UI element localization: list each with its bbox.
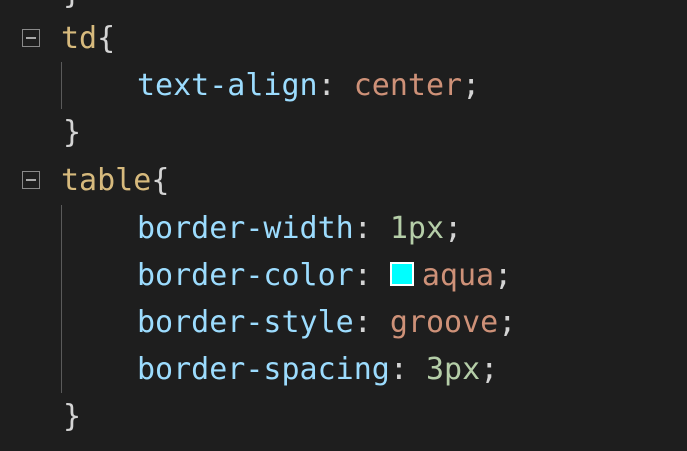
code-line-declaration: border-width: 1px;	[137, 205, 462, 252]
colon: :	[317, 68, 354, 103]
css-selector: table	[61, 163, 152, 198]
css-value: 1px	[389, 211, 445, 246]
colon: :	[389, 352, 426, 387]
css-value: 3px	[426, 352, 481, 387]
colon: :	[353, 258, 390, 293]
semicolon: ;	[462, 68, 481, 103]
code-line-td-close: }	[63, 109, 81, 156]
open-brace: {	[97, 21, 116, 56]
code-line-td-selector: td{	[61, 15, 115, 62]
collapse-icon[interactable]	[22, 29, 40, 47]
code-editor[interactable]: } td{ text-align: center; } table{ borde…	[0, 0, 687, 451]
color-swatch-icon[interactable]	[389, 262, 414, 286]
close-brace: }	[63, 399, 82, 434]
code-line-table-close: }	[63, 393, 81, 440]
semicolon: ;	[494, 258, 513, 293]
css-property: border-color	[137, 258, 354, 293]
indent-guide	[61, 205, 62, 393]
collapse-icon[interactable]	[22, 171, 40, 189]
semicolon: ;	[444, 211, 463, 246]
close-brace: }	[63, 115, 82, 150]
css-property: text-align	[137, 68, 318, 103]
code-line-declaration: border-spacing: 3px;	[137, 346, 498, 393]
semicolon: ;	[480, 352, 499, 387]
code-line-declaration: text-align: center;	[137, 62, 480, 109]
css-selector: td	[61, 21, 98, 56]
colon: :	[353, 305, 390, 340]
code-line-declaration: border-style: groove;	[137, 299, 516, 346]
open-brace: {	[151, 163, 170, 198]
code-line-declaration: border-color: aqua;	[137, 252, 512, 299]
css-property: border-spacing	[137, 352, 390, 387]
indent-guide	[61, 62, 62, 109]
css-value: center	[353, 68, 463, 103]
css-value: groove	[389, 305, 499, 340]
css-property: border-style	[137, 305, 354, 340]
code-line-table-selector: table{	[61, 157, 169, 204]
css-value: aqua	[421, 258, 495, 293]
colon: :	[353, 211, 390, 246]
semicolon: ;	[498, 305, 517, 340]
css-property: border-width	[137, 211, 354, 246]
